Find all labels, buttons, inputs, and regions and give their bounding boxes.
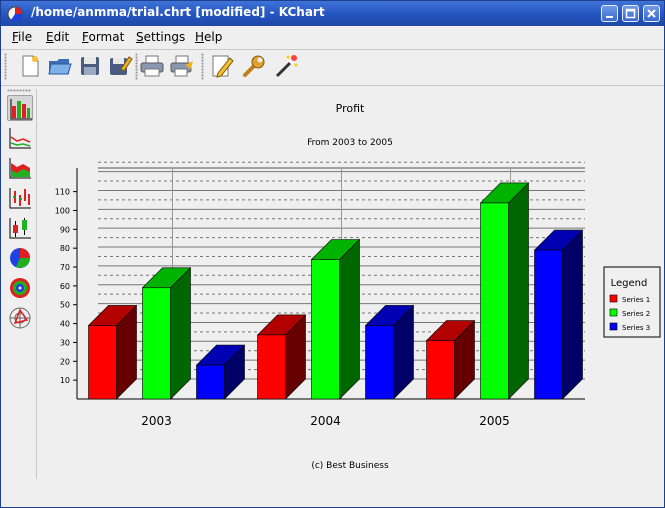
legend-swatch <box>609 308 618 317</box>
legend-label: Series 2 <box>622 310 650 318</box>
save-icon[interactable] <box>77 53 103 79</box>
y-tick-label: 90 <box>60 225 70 234</box>
bar-front <box>196 364 225 400</box>
bar-front <box>365 325 394 400</box>
chart-title: Profit <box>336 102 365 115</box>
bar <box>364 304 415 400</box>
y-tick-label: 20 <box>60 357 70 366</box>
legend-title: Legend <box>611 278 648 289</box>
menu-file[interactable]: File <box>12 30 32 44</box>
bar-side <box>170 267 191 400</box>
bar <box>195 344 246 400</box>
wizard-wand-icon[interactable] <box>273 53 299 79</box>
bar-front <box>534 249 563 400</box>
y-tick-label: 30 <box>60 338 70 347</box>
legend: Legend Series 1 Series 2 Series 3 <box>603 266 661 338</box>
y-tick-label: 50 <box>60 301 70 310</box>
bar <box>256 314 307 400</box>
x-tick-label: 2004 <box>310 414 341 428</box>
bar-front <box>142 287 171 400</box>
menu-settings[interactable]: Settings <box>136 30 185 44</box>
line-chart-icon[interactable] <box>7 125 33 151</box>
bar <box>533 229 584 400</box>
chart-canvas[interactable]: Profit From 2003 to 2005 (c) Best Business… <box>38 87 663 487</box>
close-button[interactable] <box>643 5 660 22</box>
chart-footer: (c) Best Business <box>311 461 389 471</box>
legend-swatch <box>609 322 618 331</box>
menu-help[interactable]: Help <box>195 30 222 44</box>
bar <box>479 182 530 400</box>
bar-side <box>508 182 529 400</box>
maximize-button[interactable] <box>622 5 639 22</box>
print-preview-icon[interactable] <box>169 53 195 79</box>
y-tick-label: 100 <box>55 206 70 215</box>
x-tick-label: 2005 <box>479 414 510 428</box>
chart-subtitle: From 2003 to 2005 <box>307 138 393 148</box>
toolbar-grip[interactable] <box>4 53 7 80</box>
minimize-button[interactable] <box>601 5 618 22</box>
bar <box>310 238 361 400</box>
print-icon[interactable] <box>139 53 165 79</box>
main-toolbar <box>1 49 664 84</box>
kchart-app-icon[interactable] <box>7 6 23 22</box>
side-toolbar-grip[interactable] <box>7 89 31 92</box>
x-tick-label: 2003 <box>141 414 172 428</box>
bar-front <box>257 334 286 400</box>
legend-swatch <box>609 294 618 303</box>
bar-front <box>311 259 340 400</box>
pie-chart-icon[interactable] <box>7 245 33 271</box>
bar <box>141 267 192 400</box>
kchart-window: /home/anmma/trial.chrt [modified] - KCha… <box>0 0 665 508</box>
new-document-icon[interactable] <box>17 53 43 79</box>
configure-wrench-icon[interactable] <box>241 53 267 79</box>
polar-chart-icon[interactable] <box>7 305 33 331</box>
bar <box>87 304 138 400</box>
save-as-icon[interactable] <box>107 53 133 79</box>
y-tick-label: 10 <box>60 376 70 385</box>
area-chart-icon[interactable] <box>7 155 33 181</box>
y-tick-label: 40 <box>60 320 70 329</box>
menu-format[interactable]: Format <box>82 30 124 44</box>
bar-side <box>339 238 360 400</box>
y-tick-label: 110 <box>55 188 70 197</box>
y-tick-label: 70 <box>60 263 70 272</box>
bar-chart-icon[interactable] <box>7 95 33 121</box>
side-toolbar-separator <box>36 89 37 479</box>
ring-chart-icon[interactable] <box>7 275 33 301</box>
edit-data-icon[interactable] <box>209 53 235 79</box>
title-bar[interactable]: /home/anmma/trial.chrt [modified] - KCha… <box>1 1 664 26</box>
bar-front <box>480 202 509 400</box>
bar <box>425 319 476 400</box>
y-tick-label: 80 <box>60 244 70 253</box>
bar-front <box>88 325 117 400</box>
open-folder-icon[interactable] <box>47 53 73 79</box>
bar-front <box>426 340 455 400</box>
toolbar-separator <box>1 85 664 86</box>
bar-side <box>562 229 583 400</box>
toolbar-grip[interactable] <box>135 53 138 80</box>
box-whisker-icon[interactable] <box>7 215 33 241</box>
legend-label: Series 3 <box>622 324 650 332</box>
menu-bar: File Edit Format Settings Help <box>1 26 664 48</box>
legend-label: Series 1 <box>622 296 650 304</box>
bar-chart[interactable]: Profit From 2003 to 2005 (c) Best Business… <box>38 87 663 487</box>
hilo-chart-icon[interactable] <box>7 185 33 211</box>
chart-type-toolbar <box>1 87 37 487</box>
y-tick-label: 60 <box>60 282 70 291</box>
menu-edit[interactable]: Edit <box>46 30 69 44</box>
toolbar-grip[interactable] <box>201 53 204 80</box>
window-title: /home/anmma/trial.chrt [modified] - KCha… <box>31 5 325 19</box>
